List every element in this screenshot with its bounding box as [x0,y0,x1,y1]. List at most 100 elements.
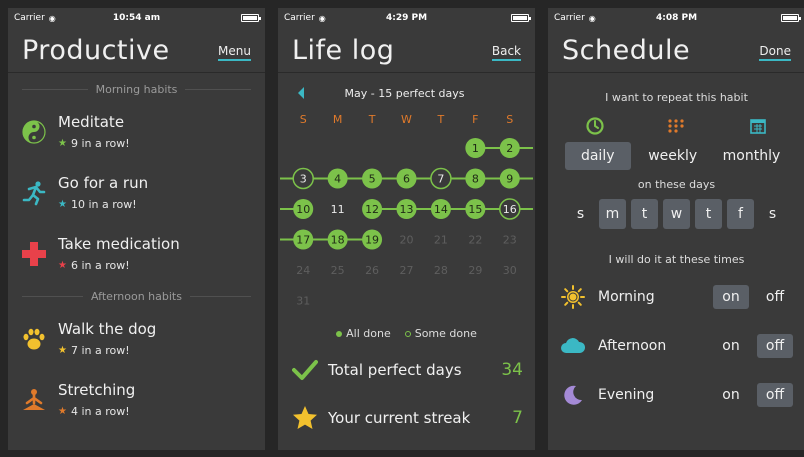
habit-walk-the-dog[interactable]: Walk the dog ★ 7 in a row! [8,308,265,369]
legend-some-done: Some done [404,327,477,340]
afternoon-habits-header: Afternoon habits [8,284,265,308]
day-selector: s m t w t f s [548,199,804,229]
day-number: 15 [468,203,482,216]
star-icon: ★ [58,345,67,356]
battery-icon [240,14,261,22]
status-time: 4:08 PM [655,13,698,23]
navbar: Schedule Done [548,28,804,73]
weekday-label: S [506,112,514,126]
frequency-selector: daily weekly monthly [548,142,804,170]
menu-button[interactable]: Menu [218,44,251,61]
carrier-label: Carrier [554,13,585,23]
day-number: 22 [468,234,482,247]
done-button[interactable]: Done [759,44,791,61]
day-number: 6 [403,173,410,186]
morning-on-toggle[interactable]: on [713,284,749,309]
day-number: 20 [400,234,414,247]
back-button[interactable]: Back [491,44,521,61]
day-number: 25 [331,264,345,277]
day-number: 30 [503,264,517,277]
evening-off-toggle[interactable]: off [757,382,793,407]
wifi-icon: ◉ [588,13,596,23]
battery-icon [780,14,801,22]
day-sunday[interactable]: s [567,199,594,229]
medical-cross-icon [20,240,48,268]
day-number: 10 [296,203,310,216]
calendar-icon [718,117,798,135]
month-label: May - 15 perfect days [344,86,465,100]
day-thursday[interactable]: t [695,199,722,229]
evening-on-toggle[interactable]: on [713,383,749,407]
day-friday[interactable]: f [727,199,754,229]
frequency-daily[interactable]: daily [564,142,631,170]
frequency-monthly[interactable]: monthly [715,142,789,170]
day-wednesday[interactable]: w [663,199,690,229]
habit-streak: 6 in a row! [70,259,130,272]
day-number: 17 [296,234,310,247]
day-number: 7 [437,173,444,186]
habit-go-for-a-run[interactable]: Go for a run ★ 10 in a row! [8,162,265,223]
dots-grid-icon [636,118,716,134]
wifi-icon: ◉ [48,13,56,23]
day-number: 11 [331,203,345,216]
page-title: Productive [22,34,170,66]
day-number: 8 [472,173,479,186]
morning-habits-header: Morning habits [8,77,265,101]
total-perfect-days-value: 34 [501,360,523,380]
yin-yang-icon [20,118,48,146]
day-number: 24 [296,264,310,277]
frequency-icons [548,116,804,136]
time-label: Morning [598,288,655,305]
day-number: 26 [365,264,379,277]
day-number: 12 [365,203,379,216]
weekday-label: S [299,112,307,126]
day-number: 29 [468,264,482,277]
day-number: 19 [365,234,379,247]
weekday-header: S M T W T F S [278,107,535,131]
day-saturday[interactable]: s [759,199,786,229]
star-icon: ★ [58,138,67,149]
total-perfect-days-row: Total perfect days 34 [278,346,535,394]
habit-streak: 4 in a row! [70,405,130,418]
day-number: 16 [503,203,517,216]
productive-screen: Carrier ◉ 10:54 am Productive Menu Mornin… [8,8,265,450]
habit-name: Take medication [58,235,180,253]
morning-off-toggle[interactable]: off [757,285,793,309]
habit-name: Meditate [58,113,125,131]
star-icon: ★ [58,406,67,417]
time-label: Afternoon [598,337,667,354]
time-label: Evening [598,386,655,403]
day-number: 1 [472,142,479,155]
battery-icon [510,14,531,22]
habit-streak: 7 in a row! [70,344,130,357]
habit-take-medication[interactable]: Take medication ★ 6 in a row! [8,223,265,284]
status-time: 10:54 am [112,13,161,23]
clock-icon [555,117,635,135]
day-number: 2 [506,142,513,155]
schedule-screen: Carrier ◉ 4:08 PM Schedule Done I want to… [548,8,804,450]
page-title: Life log [292,34,395,66]
paw-icon [20,325,48,353]
habit-meditate[interactable]: Meditate ★ 9 in a row! [8,101,265,162]
weekday-label: T [437,112,445,126]
current-streak-row: Your current streak 7 [278,394,535,442]
time-afternoon-row: Afternoon on off [548,321,804,370]
habit-streak: 9 in a row! [70,137,130,150]
day-tuesday[interactable]: t [631,199,658,229]
section-label: Afternoon habits [91,289,182,303]
day-number: 14 [434,203,448,216]
day-number: 9 [506,173,513,186]
navbar: Productive Menu [8,28,265,73]
navbar: Life log Back [278,28,535,73]
frequency-weekly[interactable]: weekly [640,142,705,170]
carrier-label: Carrier [14,13,45,23]
day-monday[interactable]: m [599,199,626,229]
current-streak-label: Your current streak [328,409,471,427]
day-number: 21 [434,234,448,247]
afternoon-on-toggle[interactable]: on [713,334,749,358]
afternoon-off-toggle[interactable]: off [757,333,793,358]
star-icon [290,405,320,431]
habit-stretching[interactable]: Stretching ★ 4 in a row! [8,369,265,430]
month-header: May - 15 perfect days [278,79,535,107]
day-number: 3 [300,173,307,186]
